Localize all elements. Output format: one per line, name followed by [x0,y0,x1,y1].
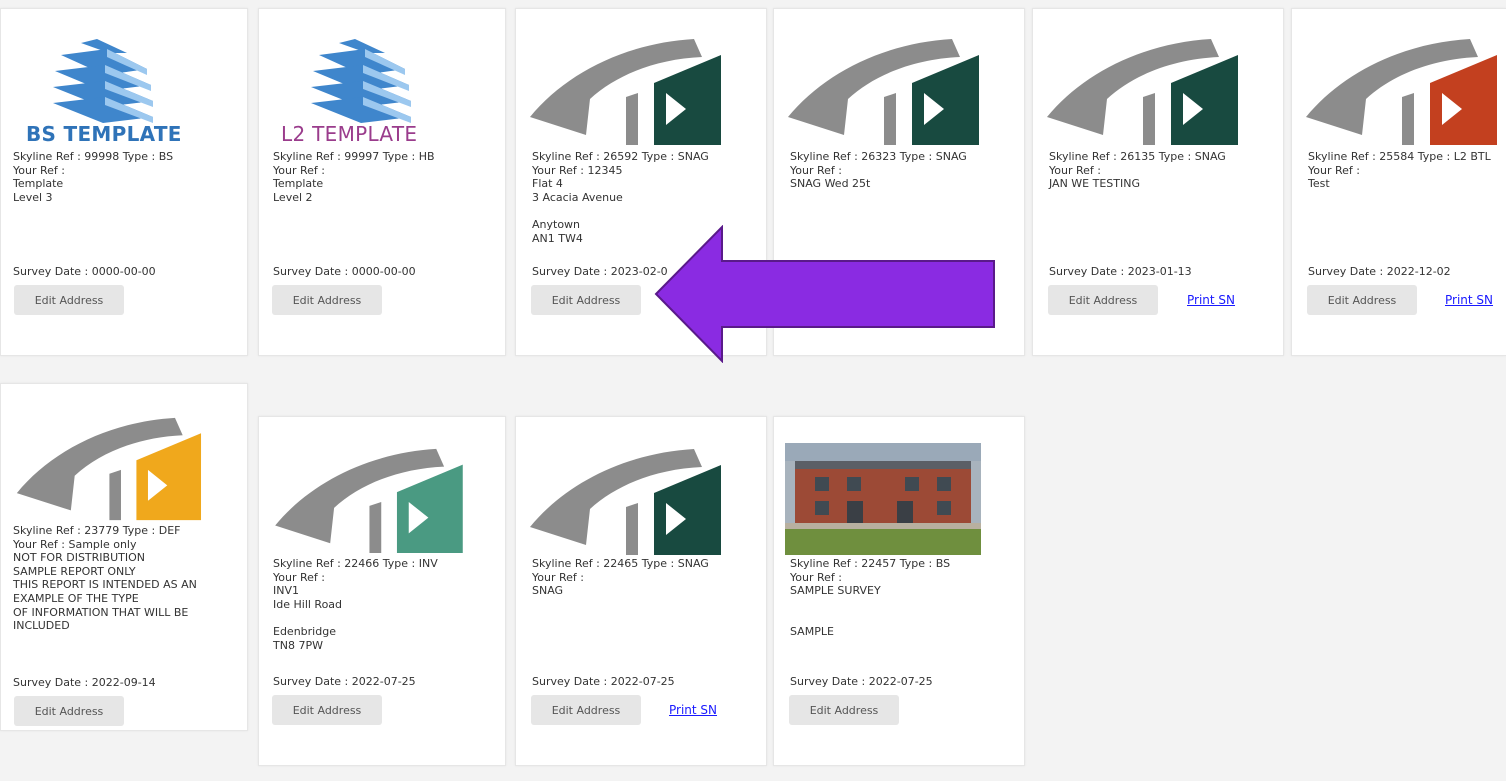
skyline-logo-teal-icon [271,445,463,555]
left-arrow-icon [654,225,998,363]
address-line: Test [1308,177,1330,191]
skyline-ref: Skyline Ref : 22466 Type : INV [273,557,438,570]
address-line: Ide Hill Road [273,597,343,611]
edit-address-button[interactable]: Edit Address [789,695,899,725]
skyline-logo-red-icon [1302,35,1506,147]
card-details: Skyline Ref : 22465 Type : SNAG Your Ref… [532,557,709,598]
skyline-logo-green-icon [526,35,721,147]
address-line: SAMPLE [790,624,834,638]
your-ref: Your Ref : [13,163,65,177]
survey-card: L2 TEMPLATE Skyline Ref : 99997 Type : H… [258,8,506,356]
skyline-logo-green-icon [1043,35,1238,147]
address-line: Template [13,177,64,191]
edit-address-button[interactable]: Edit Address [1048,285,1158,315]
print-sn-link[interactable]: Print SN [1445,293,1493,307]
card-details: Skyline Ref : 22466 Type : INV Your Ref … [273,557,438,652]
edit-address-button[interactable]: Edit Address [272,285,382,315]
survey-date: Survey Date : 2022-09-14 [13,676,156,689]
address-line: NOT FOR DISTRIBUTION [13,551,145,565]
survey-card: Skyline Ref : 22457 Type : BS Your Ref :… [773,416,1025,766]
edit-address-button[interactable]: Edit Address [1307,285,1417,315]
address-line: 3 Acacia Avenue [532,190,623,204]
address-line [273,611,438,625]
skyline-ref: Skyline Ref : 22457 Type : BS [790,557,951,570]
edit-address-button[interactable]: Edit Address [531,695,641,725]
your-ref: Your Ref : [532,570,584,584]
your-ref: Your Ref : [273,163,325,177]
your-ref: Your Ref : [790,163,842,177]
address-line [790,598,950,612]
survey-date: Survey Date : 2022-12-02 [1308,265,1451,278]
survey-card: Skyline Ref : 26135 Type : SNAG Your Ref… [1032,8,1284,356]
your-ref: Your Ref : 12345 [532,163,623,177]
address-line: THIS REPORT IS INTENDED AS AN [13,578,197,592]
edit-address-button[interactable]: Edit Address [14,696,124,726]
skyline-ref: Skyline Ref : 26592 Type : SNAG [532,150,709,163]
card-details: Skyline Ref : 23779 Type : DEF Your Ref … [13,524,197,633]
skyline-ref: Skyline Ref : 22465 Type : SNAG [532,557,709,570]
address-line: SAMPLE REPORT ONLY [13,564,136,578]
skyline-ref: Skyline Ref : 26323 Type : SNAG [790,150,967,163]
survey-date: Survey Date : 2022-07-25 [273,675,416,688]
card-details: Skyline Ref : 22457 Type : BS Your Ref :… [790,557,950,639]
address-line: Flat 4 [532,177,563,191]
survey-date: Survey Date : 2022-07-25 [532,675,675,688]
survey-card: Skyline Ref : 25584 Type : L2 BTL Your R… [1291,8,1506,356]
address-line: SNAG [532,584,564,598]
address-line: INV1 [273,584,299,598]
survey-card: Skyline Ref : 22466 Type : INV Your Ref … [258,416,506,766]
address-line: TN8 7PW [273,638,323,652]
address-line: JAN WE TESTING [1049,177,1140,191]
skyline-ref: Skyline Ref : 25584 Type : L2 BTL [1308,150,1491,163]
survey-date: Survey Date : 0000-00-00 [273,265,416,278]
address-line: SAMPLE SURVEY [790,584,881,598]
address-line [532,204,709,218]
address-line [790,611,950,625]
skyline-logo-green-icon [784,35,979,147]
building-blue-icon [305,35,423,131]
survey-card: Skyline Ref : 22465 Type : SNAG Your Ref… [515,416,767,766]
building-blue-icon [47,35,165,131]
card-details: Skyline Ref : 25584 Type : L2 BTL Your R… [1308,150,1491,191]
edit-address-button[interactable]: Edit Address [272,695,382,725]
card-details: Skyline Ref : 99998 Type : BS Your Ref :… [13,150,173,204]
survey-date: Survey Date : 2023-02-0 [532,265,668,278]
your-ref: Your Ref : [1308,163,1360,177]
card-details: Skyline Ref : 26323 Type : SNAG Your Ref… [790,150,967,191]
card-details: Skyline Ref : 26135 Type : SNAG Your Ref… [1049,150,1226,191]
your-ref: Your Ref : [790,570,842,584]
skyline-ref: Skyline Ref : 26135 Type : SNAG [1049,150,1226,163]
skyline-ref: Skyline Ref : 23779 Type : DEF [13,524,181,537]
print-sn-link[interactable]: Print SN [1187,293,1235,307]
address-line: Template [273,177,324,191]
edit-address-button[interactable]: Edit Address [531,285,641,315]
address-line: OF INFORMATION THAT WILL BE [13,605,189,619]
print-sn-link[interactable]: Print SN [669,703,717,717]
survey-card: BS TEMPLATE Skyline Ref : 99998 Type : B… [0,8,248,356]
your-ref: Your Ref : [1049,163,1101,177]
address-line: Level 3 [13,190,53,204]
card-details: Skyline Ref : 99997 Type : HB Your Ref :… [273,150,435,204]
skyline-logo-yellow-icon [11,414,203,522]
logo-label: BS TEMPLATE [26,122,182,146]
address-line: INCLUDED [13,619,70,633]
logo-label: L2 TEMPLATE [281,122,418,146]
house-photo-icon [785,443,981,555]
address-line: Edenbridge [273,624,336,638]
edit-address-button[interactable]: Edit Address [14,285,124,315]
skyline-logo-green-icon [526,445,721,557]
your-ref: Your Ref : [273,570,325,584]
survey-card: Skyline Ref : 23779 Type : DEF Your Ref … [0,383,248,731]
your-ref: Your Ref : Sample only [13,537,137,551]
skyline-ref: Skyline Ref : 99998 Type : BS [13,150,174,163]
survey-date: Survey Date : 0000-00-00 [13,265,156,278]
address-line: Level 2 [273,190,313,204]
survey-date: Survey Date : 2022-07-25 [790,675,933,688]
address-line: EXAMPLE OF THE TYPE [13,591,139,605]
address-line: SNAG Wed 25t [790,177,871,191]
survey-date: Survey Date : 2023-01-13 [1049,265,1192,278]
skyline-ref: Skyline Ref : 99997 Type : HB [273,150,435,163]
